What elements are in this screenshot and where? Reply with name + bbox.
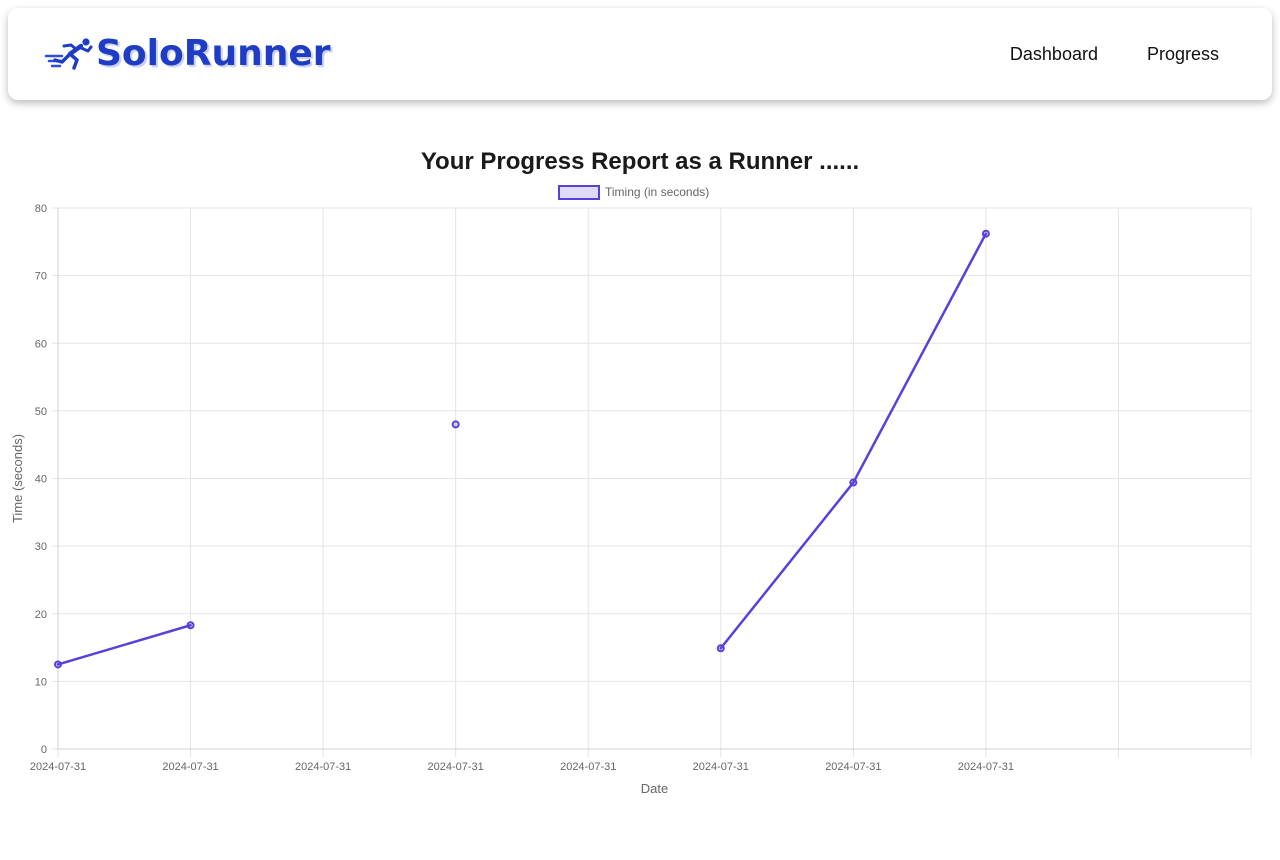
- legend-label: Timing (in seconds): [605, 185, 709, 199]
- progress-chart: 0 10 20 30 40 50 60 70 80 2024-07-31 2024-07-31 202…: [10, 185, 1252, 796]
- y-tick-label: 50: [35, 406, 47, 418]
- series-line-segment: [56, 623, 192, 666]
- x-tick-label: 2024-07-31: [295, 761, 351, 773]
- y-axis-title: Time (seconds): [10, 434, 25, 523]
- y-tick-label: 40: [35, 474, 47, 486]
- y-tick-label: 70: [35, 271, 47, 283]
- data-point: [716, 644, 725, 653]
- x-tick-label: 2024-07-31: [825, 761, 881, 773]
- legend-swatch: [558, 185, 600, 200]
- x-axis-title: Date: [641, 781, 668, 796]
- y-tick-label: 0: [41, 744, 47, 756]
- data-point: [186, 621, 195, 630]
- data-point: [451, 420, 460, 429]
- x-tick-label: 2024-07-31: [958, 761, 1014, 773]
- y-tick-label: 60: [35, 338, 47, 350]
- y-tick-label: 10: [35, 676, 47, 688]
- data-point: [54, 660, 62, 669]
- y-tick-label: 80: [35, 203, 47, 215]
- x-tick-label: 2024-07-31: [560, 761, 616, 773]
- y-tick-label: 20: [35, 609, 47, 621]
- x-tick-label: 2024-07-31: [30, 761, 86, 773]
- x-tick-label: 2024-07-31: [428, 761, 484, 773]
- x-tick-label: 2024-07-31: [162, 761, 218, 773]
- data-point: [849, 478, 858, 487]
- y-tick-label: 30: [35, 541, 47, 553]
- data-point: [981, 229, 990, 238]
- x-tick-label: 2024-07-31: [693, 761, 749, 773]
